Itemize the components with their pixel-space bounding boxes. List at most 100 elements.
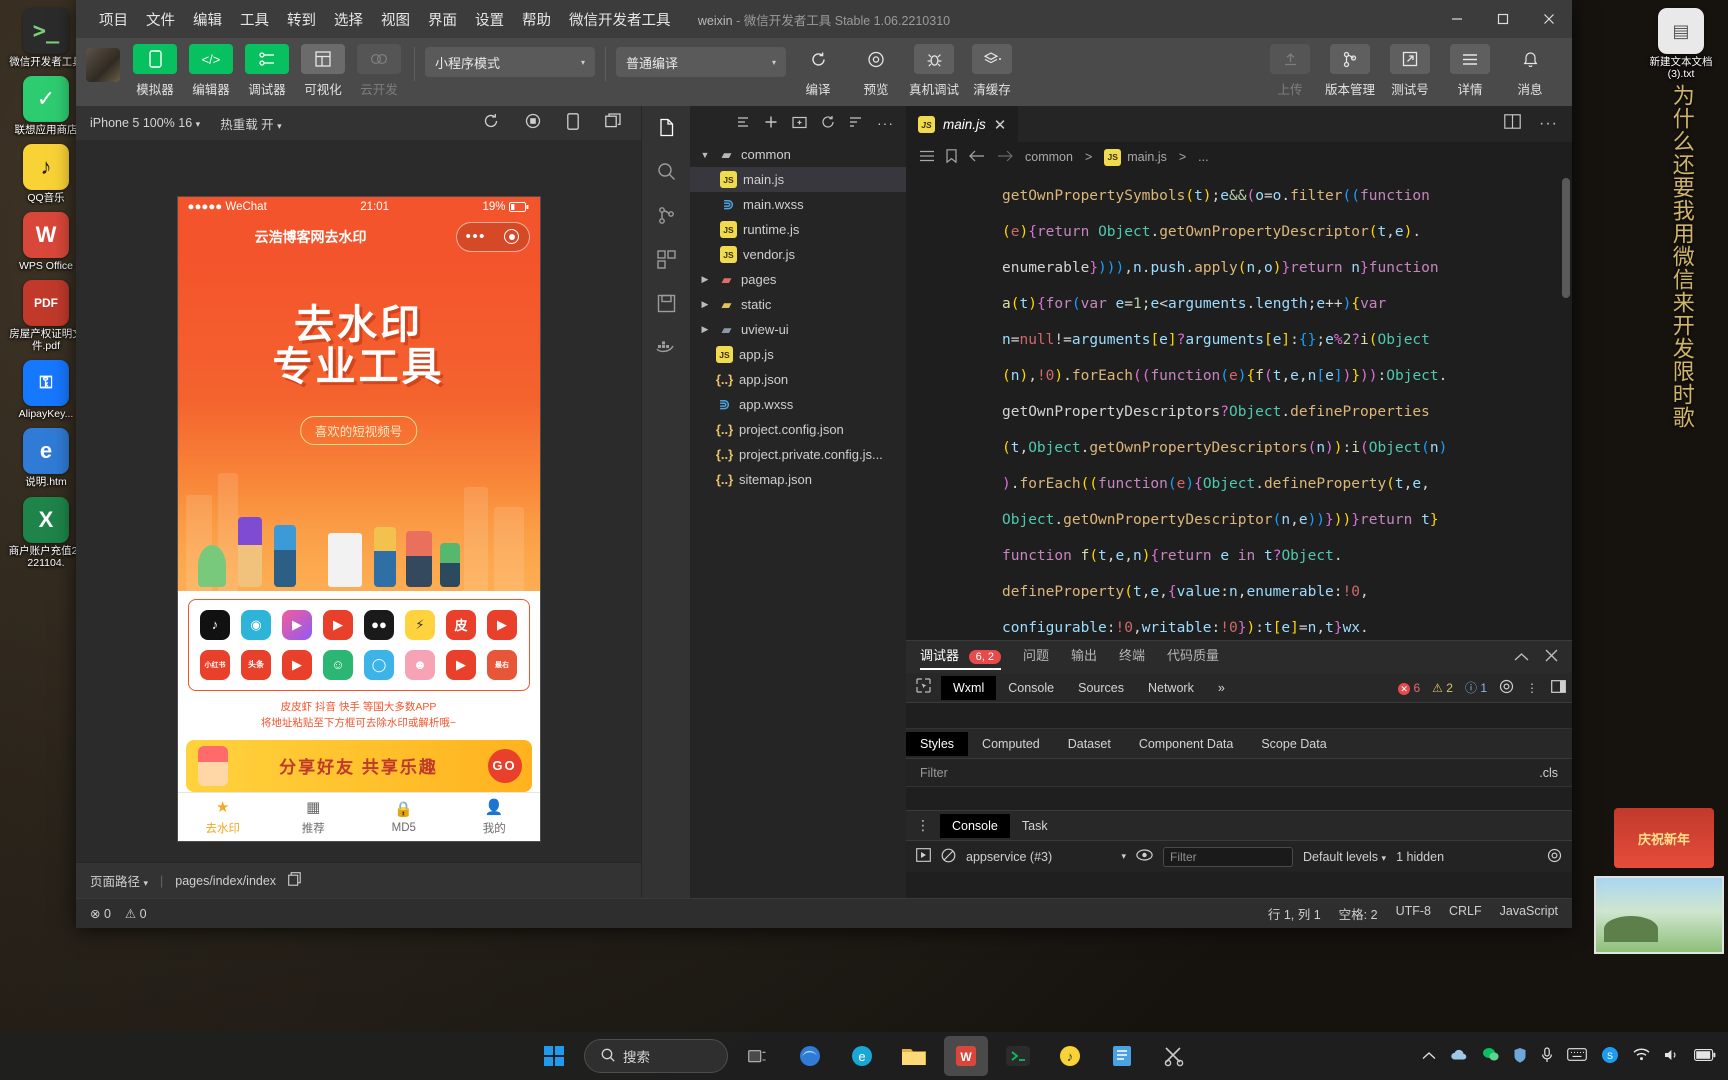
cls-toggle[interactable]: .cls <box>1539 766 1558 780</box>
new-file-icon[interactable] <box>764 115 778 132</box>
menu-item-edit[interactable]: 编辑 <box>184 5 231 34</box>
taskbar-search[interactable]: 搜索 <box>584 1039 728 1073</box>
taskbar-file-explorer[interactable] <box>892 1036 936 1076</box>
collapse-icon[interactable] <box>736 115 750 132</box>
devtools-subtab-scope-data[interactable]: Scope Data <box>1247 732 1340 756</box>
tree-row-main-wxss[interactable]: ⋑ main.wxss <box>690 192 906 217</box>
console-tab-task[interactable]: Task <box>1010 814 1060 838</box>
status-cursor-position[interactable]: 行 1, 列 1 <box>1268 904 1321 923</box>
devtools-panel-tab-network[interactable]: Network <box>1136 676 1206 700</box>
breadcrumb-part-ellipsis[interactable]: ... <box>1198 150 1208 164</box>
search-icon[interactable] <box>657 162 676 186</box>
phone-capsule-buttons[interactable]: ••• <box>455 221 530 252</box>
wechat-icon[interactable] <box>1482 1047 1499 1065</box>
banner-go-button[interactable]: GO <box>487 748 522 783</box>
toolbar-button-visual[interactable]: 可视化 <box>298 44 348 98</box>
console-levels-select[interactable]: Default levels ▾ <box>1303 850 1386 864</box>
desktop-icon-qq-music[interactable]: ♪ QQ音乐 <box>6 140 86 204</box>
sort-icon[interactable] <box>849 115 863 132</box>
console-tab-console[interactable]: Console <box>940 813 1010 838</box>
tree-row-common[interactable]: ▼ ▰ common <box>690 142 906 167</box>
app-icon[interactable]: ▶ <box>323 609 353 640</box>
minimize-button[interactable] <box>1434 0 1480 38</box>
phone-tab-md5[interactable]: 🔒 MD5 <box>359 793 450 841</box>
settings-icon[interactable] <box>1547 848 1562 866</box>
app-icon[interactable]: ♪ <box>200 609 230 640</box>
app-icon[interactable]: ☻ <box>405 649 435 680</box>
desktop-icon-wechat-devtools[interactable]: >_ 微信开发者工具 <box>6 4 86 68</box>
menu-item-select[interactable]: 选择 <box>325 5 372 34</box>
close-button[interactable] <box>1526 0 1572 38</box>
devtools-panel-tab-wxml[interactable]: Wxml <box>941 675 997 700</box>
toolbar-button-preview[interactable]: 预览 <box>848 44 904 98</box>
app-icon[interactable]: 最右 <box>487 649 517 680</box>
devtools-tab-debugger[interactable]: 调试器 6, 2 <box>920 645 1001 670</box>
tree-row-vendor-js[interactable]: JS vendor.js <box>690 242 906 267</box>
menu-item-settings[interactable]: 设置 <box>466 5 513 34</box>
files-icon[interactable] <box>657 118 676 142</box>
taskbar-wps-office[interactable]: W <box>944 1036 988 1076</box>
taskbar-snip-tool[interactable] <box>1152 1036 1196 1076</box>
taskbar-task-view[interactable] <box>736 1036 780 1076</box>
menu-item-project[interactable]: 项目 <box>90 5 137 34</box>
app-icon[interactable]: 皮 <box>446 609 476 640</box>
desktop-icon-lenovo-store[interactable]: ✓ 联想应用商店 <box>6 72 86 136</box>
chevron-up-icon[interactable] <box>1514 649 1529 665</box>
app-icon[interactable]: ◉ <box>241 609 271 640</box>
menu-item-file[interactable]: 文件 <box>137 5 184 34</box>
toolbar-button-compile[interactable]: 编译 <box>790 44 846 98</box>
compile-select[interactable]: 普通编译 ▾ <box>616 47 786 77</box>
app-icon[interactable]: 小红书 <box>200 649 230 680</box>
devtools-tab-terminal[interactable]: 终端 <box>1119 645 1145 670</box>
toolbar-button-clear-cache[interactable]: 清缓存 <box>964 44 1020 98</box>
refresh-icon[interactable] <box>821 115 835 132</box>
devtools-subtab-computed[interactable]: Computed <box>968 732 1054 756</box>
toolbar-button-editor[interactable]: </> 编辑器 <box>186 44 236 98</box>
chevron-up-icon[interactable] <box>1422 1049 1436 1064</box>
menu-item-help[interactable]: 帮助 <box>513 5 560 34</box>
tree-row-pages[interactable]: ▶ ▰ pages <box>690 267 906 292</box>
menu-item-interface[interactable]: 界面 <box>419 5 466 34</box>
app-icon[interactable]: ●● <box>364 609 394 640</box>
editor-scrollbar[interactable] <box>1562 178 1570 298</box>
menu-item-view[interactable]: 视图 <box>372 5 419 34</box>
source-control-icon[interactable] <box>657 206 676 230</box>
docker-icon[interactable] <box>656 338 676 359</box>
sogou-icon[interactable]: S <box>1601 1046 1619 1067</box>
phone-tab-mine[interactable]: 👤 我的 <box>449 793 540 841</box>
tree-row-project-private-config[interactable]: {..} project.private.config.js... <box>690 442 906 467</box>
copy-icon[interactable] <box>288 872 301 889</box>
app-icon[interactable]: 头条 <box>241 649 271 680</box>
devtools-panel-tab-more[interactable]: » <box>1206 676 1237 700</box>
outline-icon[interactable] <box>920 150 934 165</box>
app-icon[interactable]: ▶ <box>446 649 476 680</box>
bookmark-icon[interactable] <box>946 148 957 166</box>
phone-tab-watermark[interactable]: ★ 去水印 <box>178 793 269 841</box>
app-icon[interactable]: ◯ <box>364 649 394 680</box>
taskbar-qq-music[interactable]: ♪ <box>1048 1036 1092 1076</box>
wifi-icon[interactable] <box>1633 1048 1650 1064</box>
devtools-tab-code-quality[interactable]: 代码质量 <box>1167 645 1219 670</box>
toolbar-button-simulator[interactable]: 模拟器 <box>130 44 180 98</box>
kebab-icon[interactable]: ⋮ <box>1526 681 1539 695</box>
devtools-panel-tab-sources[interactable]: Sources <box>1066 676 1136 700</box>
desktop-icon-htm-file[interactable]: e 说明.htm <box>6 424 86 488</box>
toolbar-button-messages[interactable]: 消息 <box>1502 44 1558 98</box>
eye-icon[interactable] <box>1136 849 1153 864</box>
window-icon[interactable] <box>605 112 621 134</box>
play-icon[interactable] <box>916 848 931 865</box>
record-icon[interactable] <box>525 113 541 134</box>
breadcrumb-part-common[interactable]: common <box>1025 150 1073 164</box>
warning-count[interactable]: ⚠ 2 <box>1432 681 1453 695</box>
menu-item-tools[interactable]: 工具 <box>231 5 278 34</box>
back-icon[interactable] <box>969 150 985 165</box>
taskbar-browser-2[interactable]: e <box>840 1036 884 1076</box>
desktop-icon-wps-office[interactable]: W WPS Office <box>6 208 86 272</box>
tree-row-app-wxss[interactable]: ⋑ app.wxss <box>690 392 906 417</box>
close-icon[interactable]: ✕ <box>994 116 1007 134</box>
volume-icon[interactable] <box>1664 1048 1680 1065</box>
editor-tab-main-js[interactable]: JS main.js ✕ <box>906 106 1019 142</box>
rotate-icon[interactable] <box>567 112 579 134</box>
battery-icon[interactable] <box>1694 1048 1716 1064</box>
console-context-select[interactable]: appservice (#3) ▾ <box>966 850 1126 864</box>
